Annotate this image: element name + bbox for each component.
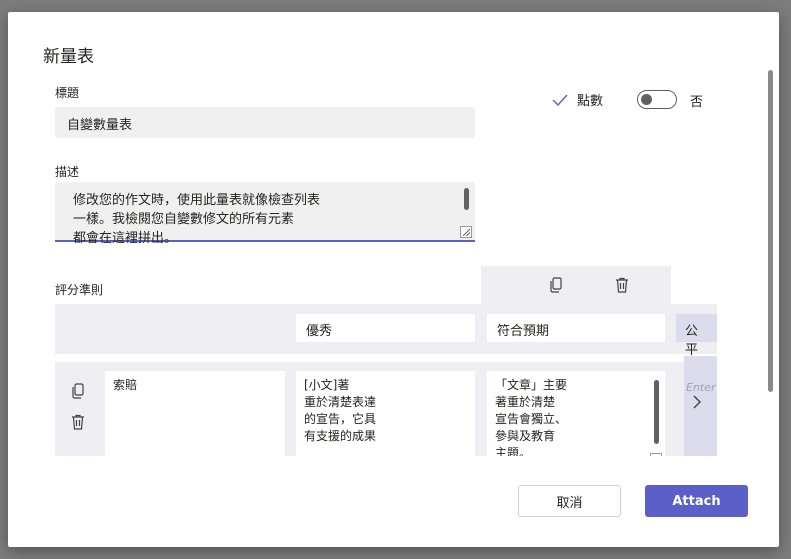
description-scrollbar[interactable] xyxy=(464,188,469,210)
level-name-input[interactable]: 公平 xyxy=(676,314,717,358)
level-actions-bar xyxy=(481,266,671,304)
cell-resize-grip[interactable] xyxy=(273,453,285,456)
trash-icon xyxy=(72,414,84,430)
title-label: 標題 xyxy=(55,86,80,100)
copy-criterion-button[interactable] xyxy=(69,382,87,400)
dialog-scrollbar[interactable] xyxy=(768,70,773,392)
cell-resize-grip[interactable] xyxy=(463,453,475,456)
trash-icon xyxy=(616,277,628,293)
copy-icon xyxy=(550,277,562,293)
cell-resize-grip[interactable] xyxy=(650,453,662,456)
delete-level-button[interactable] xyxy=(613,276,631,294)
points-toggle[interactable] xyxy=(637,90,677,109)
copy-level-button[interactable] xyxy=(547,276,565,294)
level-name-input[interactable]: 優秀 xyxy=(296,314,475,342)
description-resize-grip[interactable] xyxy=(460,226,472,238)
toggle-knob xyxy=(641,94,652,105)
dialog-title: 新量表 xyxy=(43,47,94,67)
description-label: 描述 xyxy=(55,165,80,179)
new-level-placeholder: Enter xyxy=(686,381,716,394)
points-control: 點數 xyxy=(551,90,603,109)
new-rubric-dialog: 新量表 標題 自變數量表 描述 修改您的作文時，使用此量表就像檢查列表 一樣。我… xyxy=(8,12,779,547)
criterion-name-input[interactable]: 索賠 xyxy=(105,371,285,456)
delete-criterion-button[interactable] xyxy=(69,413,87,431)
points-toggle-state: 否 xyxy=(690,95,704,110)
check-icon xyxy=(552,94,568,106)
copy-icon xyxy=(72,383,84,399)
criterion-cell-input[interactable]: 「文章」主要 著重於清楚 宣告會獨立、 參與及教育 主題。 xyxy=(487,371,665,456)
title-input[interactable]: 自變數量表 xyxy=(55,107,475,138)
points-label: 點數 xyxy=(577,94,604,109)
level-name-input[interactable]: 符合預期 xyxy=(487,314,665,342)
attach-button[interactable]: Attach xyxy=(645,485,748,517)
scroll-right-button[interactable] xyxy=(692,394,702,413)
chevron-right-icon xyxy=(693,395,701,409)
description-textarea[interactable]: 修改您的作文時，使用此量表就像檢查列表 一樣。我檢閱您自變數修文的所有元素 都會… xyxy=(55,182,475,246)
description-text: 修改您的作文時，使用此量表就像檢查列表 一樣。我檢閱您自變數修文的所有元素 都會… xyxy=(73,193,321,246)
cell-scrollbar[interactable] xyxy=(654,380,659,444)
criterion-cell-input[interactable]: [小文]著 重於清楚表達 的宣告，它具 有支援的成果 xyxy=(296,371,475,456)
cancel-button[interactable]: 取消 xyxy=(518,485,621,517)
rubric-grid: 優秀 符合預期 公平 索賠 [小文]著 重於清楚表達 的宣告，它具 有支援的成果… xyxy=(55,266,717,456)
